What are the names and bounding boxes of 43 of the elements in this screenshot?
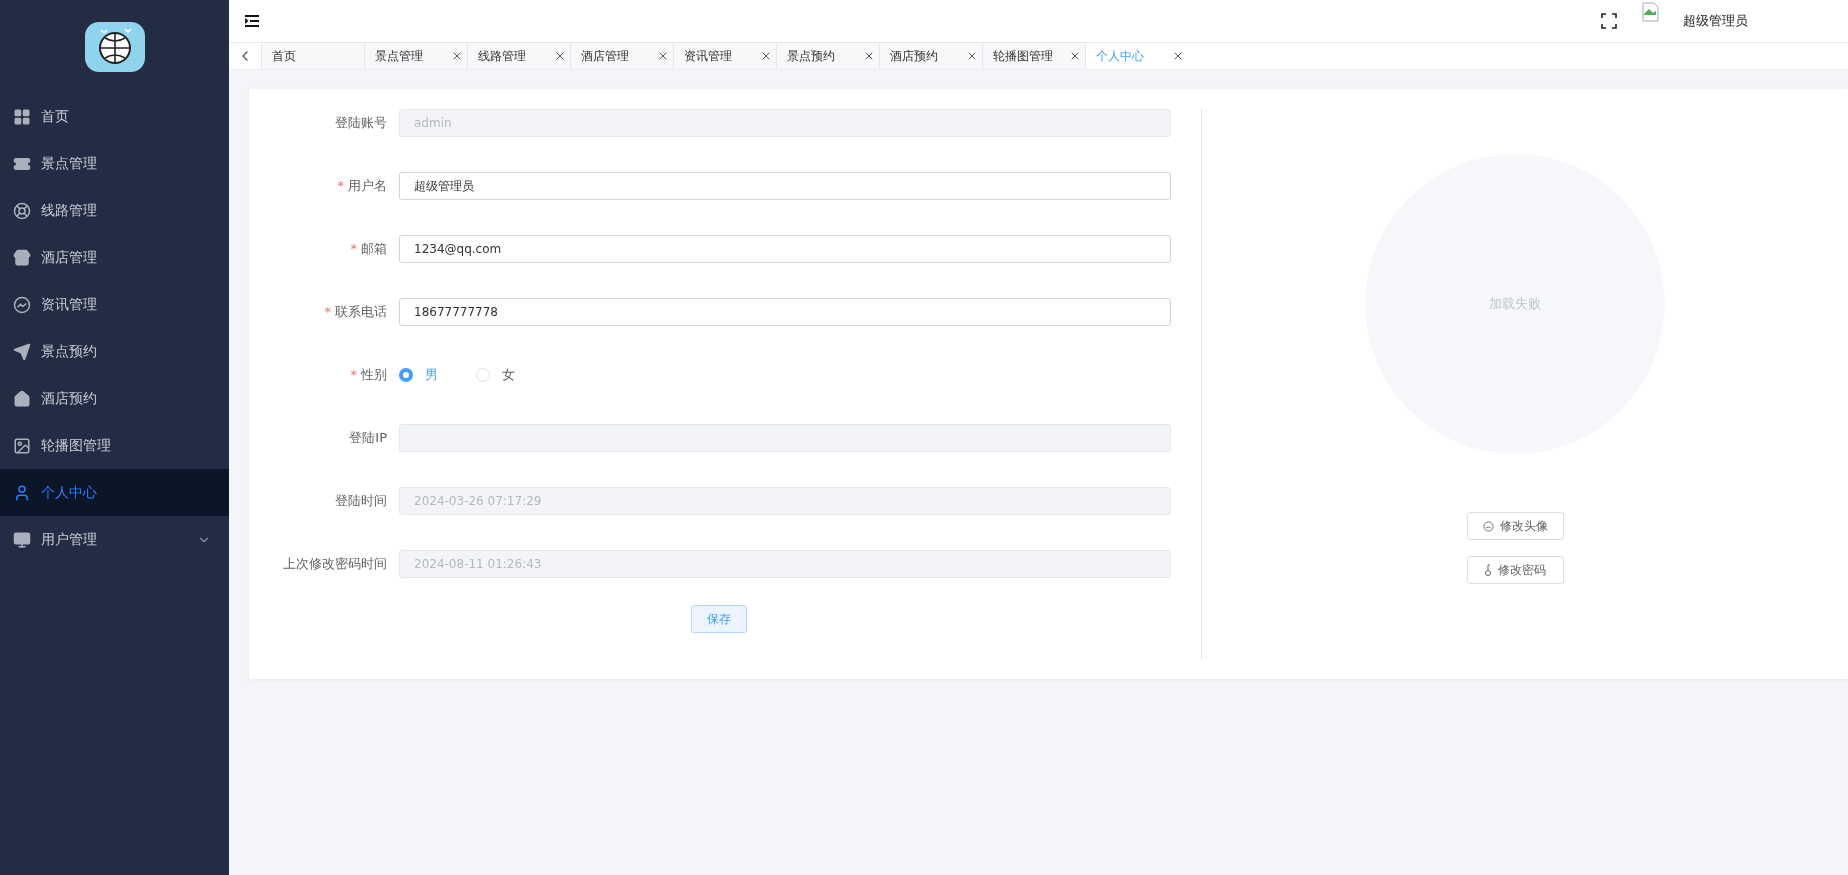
sidebar-item[interactable]: 用户管理 — [0, 516, 229, 563]
sidebar-item-label: 资讯管理 — [41, 295, 97, 314]
sidebar-item-label: 景点预约 — [41, 342, 97, 361]
tab[interactable]: 酒店管理 — [570, 43, 673, 69]
input-field[interactable]: 18677777778 — [399, 298, 1171, 326]
sidebar-item[interactable]: 酒店预约 — [0, 375, 229, 422]
field-label: 上次修改密码时间 — [282, 555, 388, 573]
tab[interactable]: 轮播图管理 — [982, 43, 1085, 69]
input-field[interactable]: 1234@qq.com — [399, 235, 1171, 263]
tab[interactable]: 景点预约 — [776, 43, 879, 69]
sidebar-item-label: 线路管理 — [41, 201, 97, 220]
sidebar-item-label: 景点管理 — [41, 154, 97, 173]
sidebar-item[interactable]: 线路管理 — [0, 187, 229, 234]
sidebar-item-label: 轮播图管理 — [41, 436, 111, 455]
sidebar-item-label: 用户管理 — [41, 530, 97, 549]
field-label: * 性别 — [349, 366, 388, 384]
field-label: 登陆账号 — [334, 114, 388, 132]
sidebar-item-label: 首页 — [41, 107, 69, 126]
tab[interactable]: 资讯管理 — [673, 43, 776, 69]
sidebar-item[interactable]: 资讯管理 — [0, 281, 229, 328]
profile-button[interactable]: 修改密码 — [1466, 556, 1564, 584]
field-label: * 用户名 — [336, 177, 388, 195]
sidebar-item[interactable]: 景点管理 — [0, 140, 229, 187]
sidebar-item[interactable]: 景点预约 — [0, 328, 229, 375]
sidebar-item[interactable]: 酒店管理 — [0, 234, 229, 281]
tab[interactable]: 景点管理 — [364, 43, 467, 69]
radio-option[interactable]: 女 — [476, 366, 515, 384]
tab[interactable]: 首页 — [261, 43, 364, 69]
sidebar-item[interactable]: 轮播图管理 — [0, 422, 229, 469]
tab[interactable]: 酒店预约 — [879, 43, 982, 69]
profile-button[interactable]: 修改头像 — [1466, 512, 1564, 540]
sidebar-item[interactable]: 个人中心 — [0, 469, 229, 516]
tab[interactable]: 线路管理 — [467, 43, 570, 69]
input-field[interactable]: 超级管理员 — [399, 172, 1171, 200]
field-label: 登陆IP — [348, 429, 388, 447]
field-label: * 联系电话 — [323, 303, 388, 321]
field-label: * 邮箱 — [349, 240, 388, 258]
user-name[interactable]: 超级管理员 — [1683, 12, 1748, 30]
sidebar-item-label: 酒店管理 — [41, 248, 97, 267]
sidebar-item-label: 酒店预约 — [41, 389, 97, 408]
sidebar-item-label: 个人中心 — [41, 483, 97, 502]
sidebar-item[interactable]: 首页 — [0, 93, 229, 140]
field-label: 登陆时间 — [334, 492, 388, 510]
